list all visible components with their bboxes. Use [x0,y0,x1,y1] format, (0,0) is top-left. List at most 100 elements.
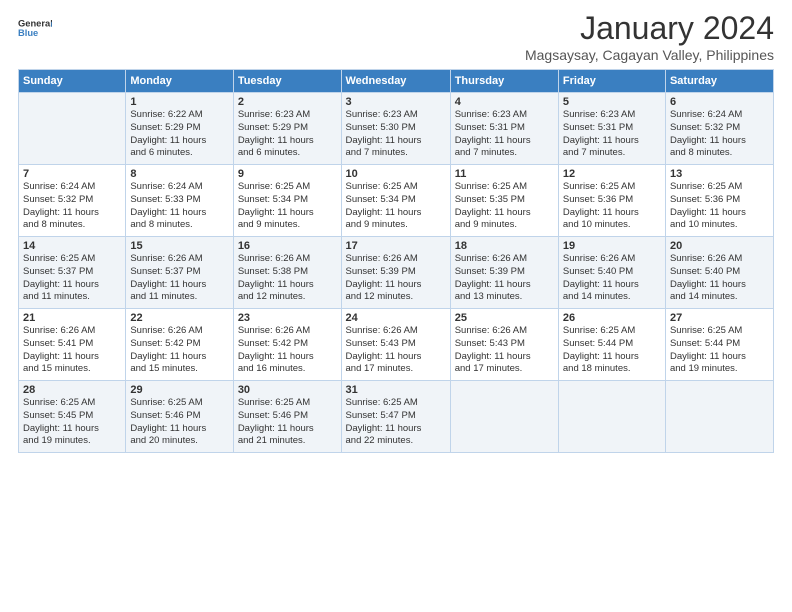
day-detail: Sunrise: 6:25 AM Sunset: 5:46 PM Dayligh… [238,397,337,448]
calendar-cell [665,381,773,453]
day-detail: Sunrise: 6:25 AM Sunset: 5:44 PM Dayligh… [670,325,769,376]
calendar-cell: 31Sunrise: 6:25 AM Sunset: 5:47 PM Dayli… [341,381,450,453]
day-detail: Sunrise: 6:26 AM Sunset: 5:42 PM Dayligh… [238,325,337,376]
day-detail: Sunrise: 6:25 AM Sunset: 5:34 PM Dayligh… [238,181,337,232]
weekday-header: Friday [558,70,665,93]
day-detail: Sunrise: 6:22 AM Sunset: 5:29 PM Dayligh… [130,109,228,160]
calendar-cell [450,381,558,453]
day-number: 22 [130,312,228,324]
day-detail: Sunrise: 6:26 AM Sunset: 5:43 PM Dayligh… [346,325,446,376]
title-block: January 2024 Magsaysay, Cagayan Valley, … [525,10,774,63]
weekday-header-row: SundayMondayTuesdayWednesdayThursdayFrid… [19,70,774,93]
day-detail: Sunrise: 6:25 AM Sunset: 5:36 PM Dayligh… [563,181,661,232]
weekday-header: Monday [126,70,233,93]
calendar-cell: 11Sunrise: 6:25 AM Sunset: 5:35 PM Dayli… [450,165,558,237]
day-detail: Sunrise: 6:26 AM Sunset: 5:43 PM Dayligh… [455,325,554,376]
day-number: 17 [346,240,446,252]
day-number: 23 [238,312,337,324]
day-detail: Sunrise: 6:23 AM Sunset: 5:29 PM Dayligh… [238,109,337,160]
day-number: 11 [455,168,554,180]
calendar-cell: 16Sunrise: 6:26 AM Sunset: 5:38 PM Dayli… [233,237,341,309]
day-number: 2 [238,96,337,108]
calendar-cell: 4Sunrise: 6:23 AM Sunset: 5:31 PM Daylig… [450,93,558,165]
day-detail: Sunrise: 6:26 AM Sunset: 5:39 PM Dayligh… [455,253,554,304]
calendar-cell: 19Sunrise: 6:26 AM Sunset: 5:40 PM Dayli… [558,237,665,309]
day-detail: Sunrise: 6:25 AM Sunset: 5:36 PM Dayligh… [670,181,769,232]
day-number: 16 [238,240,337,252]
calendar-week-row: 7Sunrise: 6:24 AM Sunset: 5:32 PM Daylig… [19,165,774,237]
calendar-cell: 25Sunrise: 6:26 AM Sunset: 5:43 PM Dayli… [450,309,558,381]
day-number: 19 [563,240,661,252]
day-number: 9 [238,168,337,180]
day-detail: Sunrise: 6:25 AM Sunset: 5:44 PM Dayligh… [563,325,661,376]
day-detail: Sunrise: 6:26 AM Sunset: 5:37 PM Dayligh… [130,253,228,304]
calendar-cell: 24Sunrise: 6:26 AM Sunset: 5:43 PM Dayli… [341,309,450,381]
svg-text:General: General [18,19,52,29]
day-number: 7 [23,168,121,180]
day-detail: Sunrise: 6:26 AM Sunset: 5:39 PM Dayligh… [346,253,446,304]
calendar-cell [19,93,126,165]
calendar-cell: 5Sunrise: 6:23 AM Sunset: 5:31 PM Daylig… [558,93,665,165]
day-number: 6 [670,96,769,108]
day-detail: Sunrise: 6:26 AM Sunset: 5:40 PM Dayligh… [563,253,661,304]
day-detail: Sunrise: 6:25 AM Sunset: 5:35 PM Dayligh… [455,181,554,232]
day-detail: Sunrise: 6:23 AM Sunset: 5:31 PM Dayligh… [455,109,554,160]
day-detail: Sunrise: 6:23 AM Sunset: 5:31 PM Dayligh… [563,109,661,160]
svg-text:Blue: Blue [18,28,38,38]
day-number: 1 [130,96,228,108]
day-number: 30 [238,384,337,396]
calendar-cell: 15Sunrise: 6:26 AM Sunset: 5:37 PM Dayli… [126,237,233,309]
calendar-cell: 14Sunrise: 6:25 AM Sunset: 5:37 PM Dayli… [19,237,126,309]
calendar-cell: 13Sunrise: 6:25 AM Sunset: 5:36 PM Dayli… [665,165,773,237]
logo: General Blue [18,10,52,46]
weekday-header: Sunday [19,70,126,93]
calendar-cell [558,381,665,453]
day-number: 28 [23,384,121,396]
day-number: 26 [563,312,661,324]
day-number: 14 [23,240,121,252]
day-number: 31 [346,384,446,396]
calendar-cell: 2Sunrise: 6:23 AM Sunset: 5:29 PM Daylig… [233,93,341,165]
day-number: 10 [346,168,446,180]
calendar-cell: 27Sunrise: 6:25 AM Sunset: 5:44 PM Dayli… [665,309,773,381]
day-number: 18 [455,240,554,252]
day-number: 8 [130,168,228,180]
weekday-header: Tuesday [233,70,341,93]
calendar-cell: 28Sunrise: 6:25 AM Sunset: 5:45 PM Dayli… [19,381,126,453]
day-number: 12 [563,168,661,180]
day-number: 13 [670,168,769,180]
weekday-header: Saturday [665,70,773,93]
day-number: 5 [563,96,661,108]
calendar-table: SundayMondayTuesdayWednesdayThursdayFrid… [18,69,774,453]
day-number: 25 [455,312,554,324]
day-number: 3 [346,96,446,108]
calendar-week-row: 28Sunrise: 6:25 AM Sunset: 5:45 PM Dayli… [19,381,774,453]
calendar-cell: 30Sunrise: 6:25 AM Sunset: 5:46 PM Dayli… [233,381,341,453]
calendar-cell: 8Sunrise: 6:24 AM Sunset: 5:33 PM Daylig… [126,165,233,237]
day-detail: Sunrise: 6:25 AM Sunset: 5:37 PM Dayligh… [23,253,121,304]
day-number: 4 [455,96,554,108]
calendar-cell: 29Sunrise: 6:25 AM Sunset: 5:46 PM Dayli… [126,381,233,453]
weekday-header: Wednesday [341,70,450,93]
calendar-cell: 3Sunrise: 6:23 AM Sunset: 5:30 PM Daylig… [341,93,450,165]
logo-svg: General Blue [18,10,52,46]
calendar-week-row: 1Sunrise: 6:22 AM Sunset: 5:29 PM Daylig… [19,93,774,165]
day-detail: Sunrise: 6:25 AM Sunset: 5:47 PM Dayligh… [346,397,446,448]
weekday-header: Thursday [450,70,558,93]
day-number: 29 [130,384,228,396]
calendar-cell: 21Sunrise: 6:26 AM Sunset: 5:41 PM Dayli… [19,309,126,381]
day-detail: Sunrise: 6:25 AM Sunset: 5:45 PM Dayligh… [23,397,121,448]
calendar-cell: 22Sunrise: 6:26 AM Sunset: 5:42 PM Dayli… [126,309,233,381]
calendar-cell: 12Sunrise: 6:25 AM Sunset: 5:36 PM Dayli… [558,165,665,237]
day-detail: Sunrise: 6:24 AM Sunset: 5:32 PM Dayligh… [670,109,769,160]
day-detail: Sunrise: 6:24 AM Sunset: 5:33 PM Dayligh… [130,181,228,232]
day-number: 27 [670,312,769,324]
subtitle: Magsaysay, Cagayan Valley, Philippines [525,47,774,63]
calendar-week-row: 14Sunrise: 6:25 AM Sunset: 5:37 PM Dayli… [19,237,774,309]
calendar-cell: 18Sunrise: 6:26 AM Sunset: 5:39 PM Dayli… [450,237,558,309]
day-number: 15 [130,240,228,252]
day-detail: Sunrise: 6:25 AM Sunset: 5:34 PM Dayligh… [346,181,446,232]
calendar-cell: 10Sunrise: 6:25 AM Sunset: 5:34 PM Dayli… [341,165,450,237]
calendar-cell: 17Sunrise: 6:26 AM Sunset: 5:39 PM Dayli… [341,237,450,309]
day-number: 20 [670,240,769,252]
